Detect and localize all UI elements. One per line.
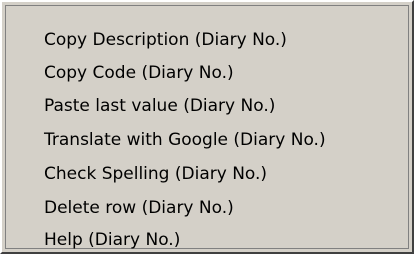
menu-item-paste-last-value[interactable]: Paste last value (Diary No.) xyxy=(44,91,404,121)
context-menu: Copy Description (Diary No.) Copy Code (… xyxy=(0,0,414,254)
menu-item-translate-with-google[interactable]: Translate with Google (Diary No.) xyxy=(44,125,404,155)
page: Copy Description (Diary No.) Copy Code (… xyxy=(0,0,414,254)
menu-item-delete-row[interactable]: Delete row (Diary No.) xyxy=(44,193,404,223)
menu-item-copy-code[interactable]: Copy Code (Diary No.) xyxy=(44,58,404,88)
menu-item-check-spelling[interactable]: Check Spelling (Diary No.) xyxy=(44,159,404,189)
menu-item-copy-description[interactable]: Copy Description (Diary No.) xyxy=(44,25,404,55)
menu-item-help[interactable]: Help (Diary No.) xyxy=(44,225,404,254)
